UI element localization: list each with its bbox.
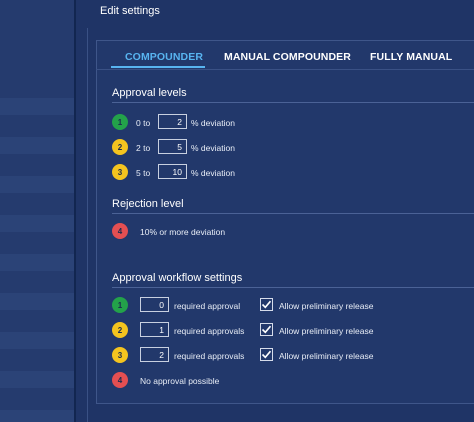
section-divider [112, 213, 474, 214]
background-list-row [0, 293, 74, 310]
preliminary-release-label: Allow preliminary release [279, 351, 374, 361]
preliminary-release-checkbox-2[interactable] [260, 323, 273, 336]
tabs-divider [96, 69, 474, 70]
check-icon [261, 350, 272, 359]
background-list-row [0, 215, 74, 232]
background-list-row [0, 98, 74, 115]
rejection-level-title: Rejection level [112, 198, 184, 210]
tab-manual-compounder[interactable]: MANUAL COMPOUNDER [224, 51, 351, 63]
preliminary-release-label: Allow preliminary release [279, 326, 374, 336]
active-tab-indicator [111, 66, 205, 68]
background-list-row [0, 332, 74, 349]
workflow-badge-4: 4 [112, 372, 128, 388]
level-3-deviation-input[interactable] [158, 164, 187, 179]
rejection-level-text: 10% or more deviation [140, 227, 226, 237]
required-approvals-label: required approval [174, 301, 241, 311]
preliminary-release-checkbox-3[interactable] [260, 348, 273, 361]
workflow-badge-2: 2 [112, 322, 128, 338]
background-list [0, 0, 74, 422]
required-approvals-input-3[interactable] [140, 347, 169, 362]
required-approvals-input-1[interactable] [140, 297, 169, 312]
level-1-deviation-input[interactable] [158, 114, 187, 129]
approval-levels-title: Approval levels [112, 87, 187, 99]
level-range-start: 2 to [136, 143, 151, 153]
level-range-start: 0 to [136, 118, 151, 128]
deviation-unit-label: % deviation [191, 168, 235, 178]
panel-title: Edit settings [100, 5, 160, 17]
tab-fully-manual[interactable]: FULLY MANUAL [370, 51, 452, 63]
workflow-badge-1: 1 [112, 297, 128, 313]
workflow-badge-3: 3 [112, 347, 128, 363]
panel-inner-border [87, 28, 88, 422]
background-list-row [0, 176, 74, 193]
no-approval-text: No approval possible [140, 376, 220, 386]
check-icon [261, 300, 272, 309]
level-2-deviation-input[interactable] [158, 139, 187, 154]
background-list-row [0, 137, 74, 154]
level-range-start: 5 to [136, 168, 151, 178]
check-icon [261, 325, 272, 334]
deviation-unit-label: % deviation [191, 118, 235, 128]
preliminary-release-checkbox-1[interactable] [260, 298, 273, 311]
background-list-row [0, 410, 74, 422]
level-badge-1: 1 [112, 114, 128, 130]
background-list-row [0, 254, 74, 271]
rejection-badge: 4 [112, 223, 128, 239]
tab-compounder[interactable]: COMPOUNDER [125, 51, 203, 63]
section-divider [112, 102, 474, 103]
required-approvals-label: required approvals [174, 326, 245, 336]
level-badge-3: 3 [112, 164, 128, 180]
level-badge-2: 2 [112, 139, 128, 155]
required-approvals-label: required approvals [174, 351, 245, 361]
deviation-unit-label: % deviation [191, 143, 235, 153]
background-list-row [0, 371, 74, 388]
section-divider [112, 287, 474, 288]
workflow-settings-title: Approval workflow settings [112, 272, 243, 284]
preliminary-release-label: Allow preliminary release [279, 301, 374, 311]
required-approvals-input-2[interactable] [140, 322, 169, 337]
